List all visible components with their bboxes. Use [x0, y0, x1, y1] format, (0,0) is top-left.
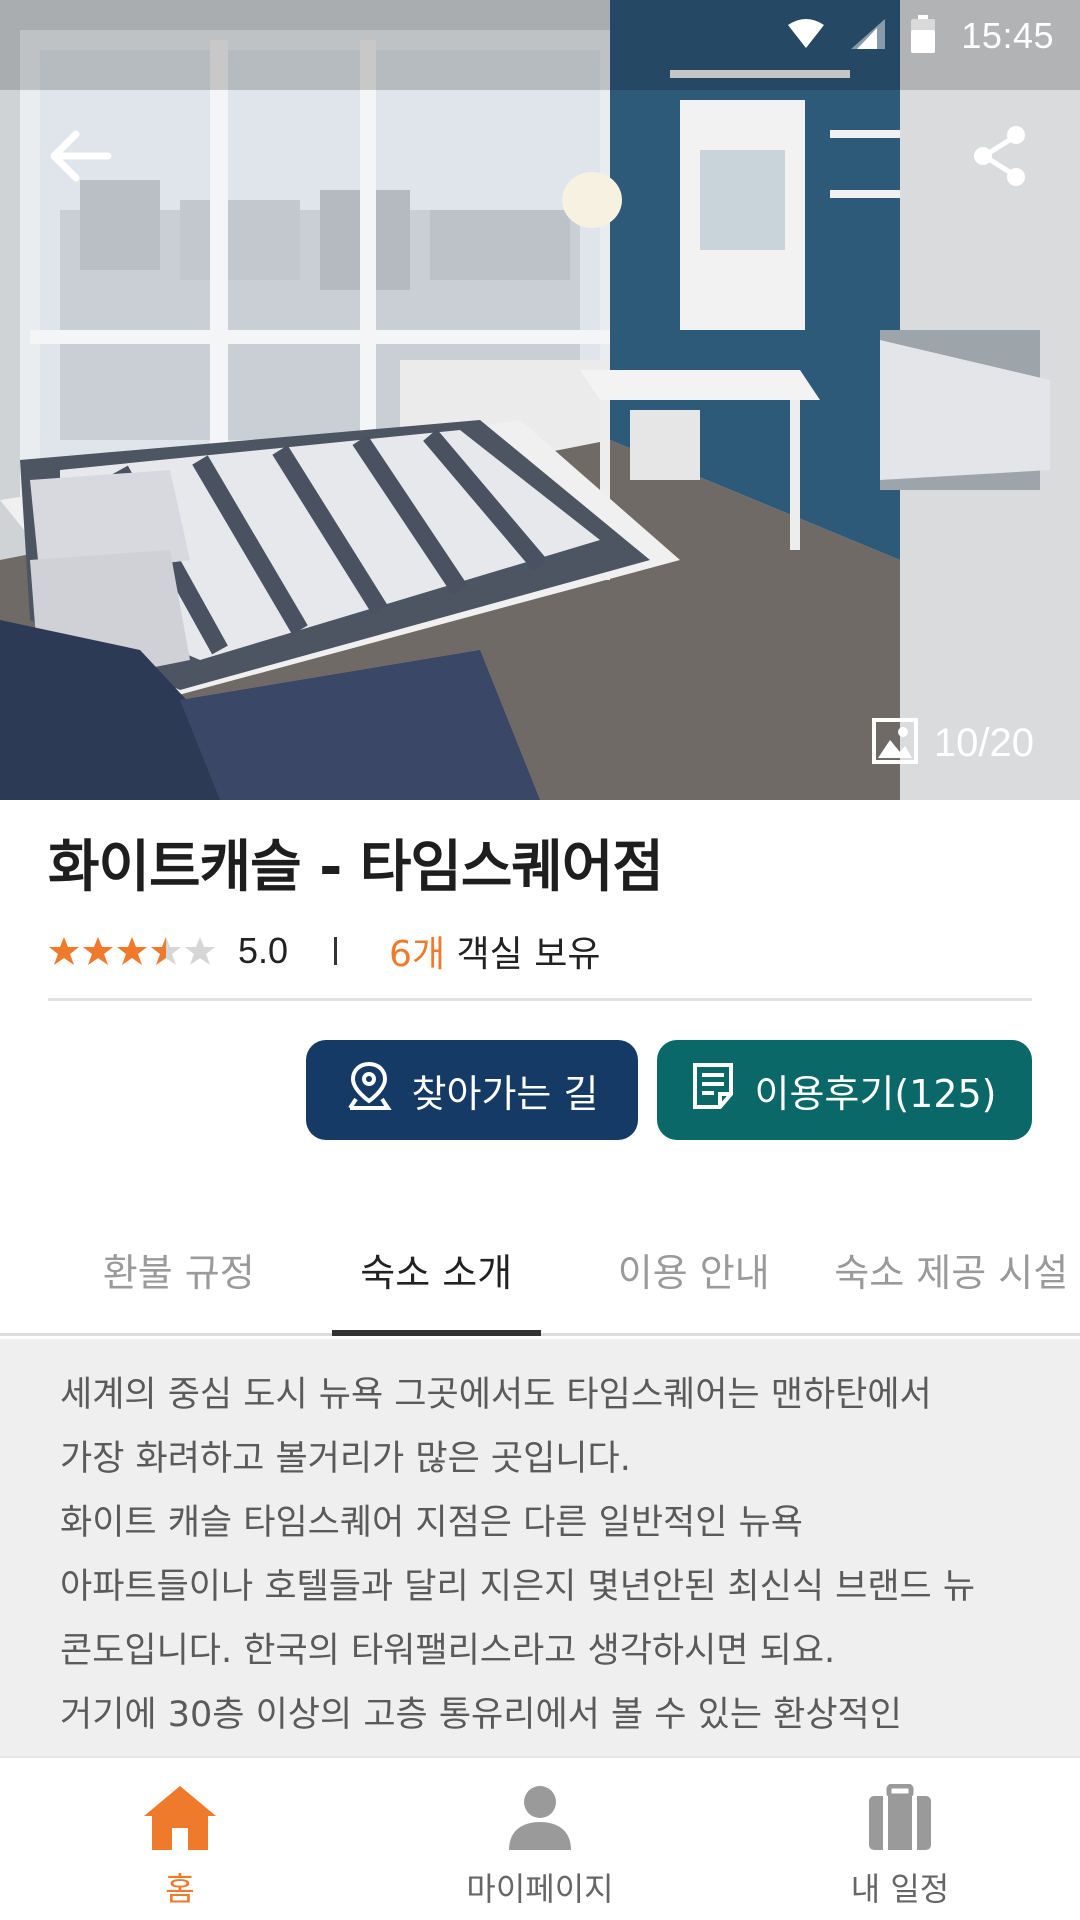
star-icon — [151, 937, 181, 965]
back-button[interactable] — [40, 118, 120, 198]
room-count-number: 6개 — [389, 934, 446, 975]
description-line: 가장 화려하고 볼거리가 많은 곳입니다. — [60, 1439, 631, 1479]
venue-title: 화이트캐슬 - 타임스퀘어점 — [48, 835, 664, 900]
reviews-button[interactable]: 이용후기(125) — [657, 1040, 1032, 1140]
photo-counter-text: 10/20 — [933, 720, 1034, 765]
description-line: 콘도입니다. 한국의 타워팰리스라고 생각하시면 되요. — [60, 1631, 836, 1671]
star-icon — [117, 937, 147, 965]
tab-introduction[interactable]: 숙소 소개 — [308, 1206, 566, 1336]
tab-usage-guide[interactable]: 이용 안내 — [565, 1206, 823, 1333]
signal-icon — [851, 19, 886, 53]
share-icon — [970, 124, 1030, 192]
tab-refund-policy[interactable]: 환불 규정 — [0, 1206, 308, 1333]
arrow-left-icon — [48, 128, 112, 188]
room-count: 6개 객실 보유 — [389, 925, 600, 977]
venue-meta: 5.0 6개 객실 보유 — [48, 927, 1032, 975]
map-pin-icon — [346, 1061, 392, 1120]
bottom-navigation: 홈 마이페이지 내 일정 — [0, 1756, 1080, 1920]
star-rating — [48, 935, 216, 967]
description-panel[interactable]: 세계의 중심 도시 뉴욕 그곳에서도 타임스퀘어는 맨하탄에서 가장 화려하고 … — [0, 1339, 1080, 1756]
share-button[interactable] — [960, 118, 1040, 198]
suitcase-icon — [865, 1783, 935, 1856]
description-line: 화이트 캐슬 타임스퀘어 지점은 다른 일반적인 뉴욕 — [60, 1503, 803, 1543]
directions-button[interactable]: 찾아가는 길 — [306, 1040, 638, 1140]
description-line: 아파트들이나 호텔들과 달리 지은지 몇년안된 최신식 브랜드 뉴 — [60, 1567, 976, 1607]
battery-icon — [911, 15, 936, 57]
status-icons: 15:45 — [787, 14, 1054, 58]
description-line: 세계의 중심 도시 뉴욕 그곳에서도 타임스퀘어는 맨하탄에서 — [60, 1375, 932, 1415]
nav-schedule-label: 내 일정 — [850, 1870, 950, 1908]
venue-info: 화이트캐슬 - 타임스퀘어점 5.0 6개 객실 보유 — [48, 822, 1032, 975]
divider — [48, 998, 1032, 1001]
nav-mypage-label: 마이페이지 — [466, 1870, 614, 1908]
nav-home-label: 홈 — [165, 1870, 195, 1908]
room-photo[interactable] — [0, 0, 1080, 800]
star-icon — [185, 937, 215, 965]
nav-schedule[interactable]: 내 일정 — [720, 1758, 1080, 1920]
room-photo-gallery[interactable]: 15:45 10/20 — [0, 0, 1080, 800]
nav-mypage[interactable]: 마이페이지 — [360, 1758, 720, 1920]
nav-home[interactable]: 홈 — [0, 1758, 360, 1920]
meta-separator — [334, 937, 338, 965]
room-count-label: 객실 보유 — [445, 934, 601, 975]
info-tabs: 환불 규정 숙소 소개 이용 안내 숙소 제공 시설 — [0, 1206, 1080, 1336]
photo-counter[interactable]: 10/20 — [871, 718, 1034, 768]
reviews-label: 이용후기(125) — [754, 1071, 997, 1116]
image-icon — [871, 718, 918, 768]
directions-label: 찾아가는 길 — [411, 1071, 599, 1116]
document-icon — [692, 1062, 734, 1119]
tab-amenities[interactable]: 숙소 제공 시설 — [823, 1206, 1080, 1333]
rating-value: 5.0 — [238, 930, 289, 971]
wifi-icon — [787, 19, 825, 53]
user-icon — [505, 1784, 575, 1856]
home-icon — [142, 1784, 218, 1856]
description-line: 거기에 30층 이상의 고층 통유리에서 볼 수 있는 환상적인 — [60, 1695, 902, 1735]
star-icon — [83, 937, 113, 965]
status-bar: 15:45 — [0, 0, 1080, 72]
status-time: 15:45 — [961, 15, 1054, 56]
star-icon — [49, 937, 79, 965]
